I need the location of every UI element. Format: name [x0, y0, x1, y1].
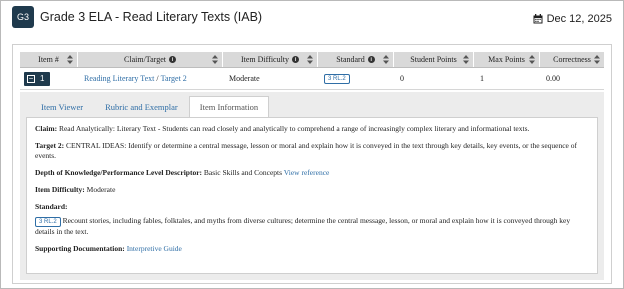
student-points-cell: 0	[400, 74, 404, 83]
target-link[interactable]: Target 2	[161, 74, 187, 83]
date-display: Dec 12, 2025	[533, 13, 612, 25]
target-row: Target 2: CENTRAL IDEAS: Identify or det…	[35, 141, 579, 160]
sort-icon	[463, 55, 469, 64]
interpretive-guide-link[interactable]: Interpretive Guide	[127, 244, 182, 253]
col-item-number[interactable]: Item #	[20, 52, 78, 67]
standard-heading: Standard:	[35, 202, 68, 211]
collapse-icon: −	[27, 73, 35, 83]
item-detail-area: Item Viewer Rubric and Exemplar Item Inf…	[20, 92, 604, 280]
info-icon[interactable]: i	[168, 56, 176, 63]
sort-icon	[212, 55, 218, 64]
grade-badge: G3	[12, 6, 34, 28]
sort-icon	[529, 55, 535, 64]
tab-rubric-exemplar[interactable]: Rubric and Exemplar	[94, 96, 189, 118]
claim-row: Claim: Read Analytically: Literary Text …	[35, 124, 530, 133]
detail-tabs: Item Viewer Rubric and Exemplar Item Inf…	[30, 96, 270, 118]
standard-badge[interactable]: 3 RL.2	[324, 73, 350, 84]
col-claim-target[interactable]: Claim/Target i	[78, 52, 223, 67]
sort-icon	[383, 55, 389, 64]
col-item-difficulty[interactable]: Item Difficulty i	[223, 52, 318, 67]
table-header: Item # Claim/Target i Item Difficulty i St…	[20, 52, 604, 68]
dok-row: Depth of Knowledge/Performance Level Des…	[35, 168, 330, 177]
docs-row: Supporting Documentation: Interpretive G…	[35, 244, 182, 253]
item-information-panel: Claim: Read Analytically: Literary Text …	[26, 117, 598, 274]
claim-target-cell: Reading Literary Text / Target 2	[84, 74, 187, 83]
sort-icon	[307, 55, 313, 64]
standard-badge[interactable]: 3 RL.2	[35, 217, 61, 227]
claim-link[interactable]: Reading Literary Text	[84, 74, 154, 83]
calendar-icon	[533, 14, 543, 24]
table-row: − 1 Reading Literary Text / Target 2 Mod…	[20, 68, 604, 90]
page-title: Grade 3 ELA - Read Literary Texts (IAB)	[40, 10, 263, 24]
item-toggle-button[interactable]: − 1	[24, 71, 51, 86]
results-panel: Item # Claim/Target i Item Difficulty i St…	[12, 44, 612, 284]
tab-item-information[interactable]: Item Information	[188, 96, 270, 118]
col-max-points[interactable]: Max Points	[474, 52, 540, 67]
difficulty-cell: Moderate	[229, 74, 260, 83]
col-student-points[interactable]: Student Points	[394, 52, 474, 67]
correctness-cell: 0.00	[546, 74, 560, 83]
standard-cell: 3 RL.2	[318, 68, 394, 89]
view-reference-link[interactable]: View reference	[284, 168, 330, 177]
max-points-cell: 1	[480, 74, 484, 83]
info-icon[interactable]: i	[367, 56, 375, 63]
info-icon[interactable]: i	[292, 56, 300, 63]
tab-item-viewer[interactable]: Item Viewer	[30, 96, 94, 118]
col-standard[interactable]: Standard i	[318, 52, 394, 67]
items-table: Item # Claim/Target i Item Difficulty i St…	[20, 52, 604, 90]
difficulty-row: Item Difficulty: Moderate	[35, 185, 116, 194]
sort-icon	[594, 55, 600, 64]
sort-icon	[67, 55, 73, 64]
col-correctness[interactable]: Correctness	[540, 52, 604, 67]
top-bar: G3 Grade 3 ELA - Read Literary Texts (IA…	[12, 6, 612, 28]
standard-row: 3 RL.2 Recount stories, including fables…	[35, 216, 573, 236]
date-text: Dec 12, 2025	[546, 13, 612, 25]
